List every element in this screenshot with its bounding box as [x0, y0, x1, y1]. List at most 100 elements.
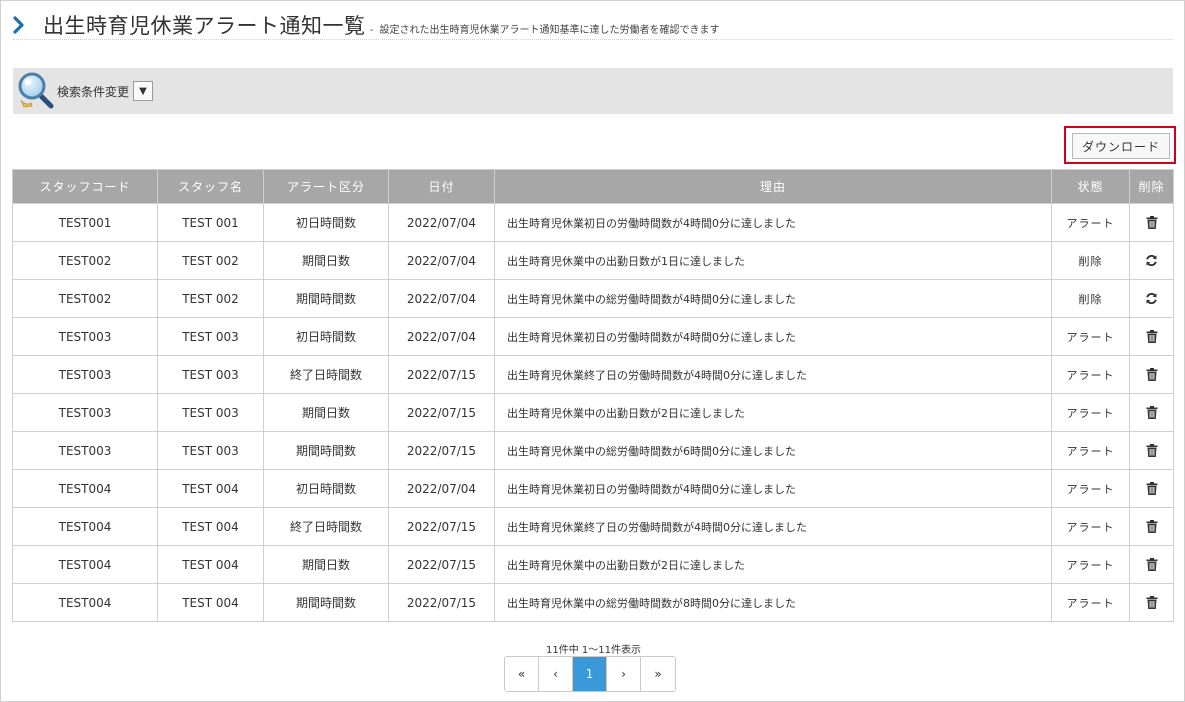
table-row: TEST001 TEST 001 初日時間数 2022/07/04 出生時育児休業初日の…	[12, 203, 1174, 242]
cell-staff-name: TEST 004	[157, 507, 264, 546]
magnifier-icon[interactable]	[15, 70, 57, 112]
alert-table: スタッフコード スタッフ名 アラート区分 日付 理由 状態 削除 TEST001…	[12, 169, 1174, 622]
column-header-staff-code[interactable]: スタッフコード	[12, 169, 158, 204]
cell-action	[1129, 355, 1174, 394]
cell-action	[1129, 317, 1174, 356]
cell-reason: 出生時育児休業終了日の労働時間数が4時間0分に達しました	[494, 507, 1052, 546]
cell-alert-type: 終了日時間数	[263, 355, 389, 394]
cell-alert-type: 初日時間数	[263, 469, 389, 508]
column-header-date[interactable]: 日付	[388, 169, 495, 204]
trash-icon[interactable]	[1130, 482, 1173, 495]
cell-reason: 出生時育児休業終了日の労働時間数が4時間0分に達しました	[494, 355, 1052, 394]
cell-staff-code: TEST003	[12, 355, 158, 394]
cell-status: アラート	[1051, 393, 1130, 432]
column-header-staff-name[interactable]: スタッフ名	[157, 169, 264, 204]
title-separator: -	[369, 22, 374, 36]
cell-staff-code: TEST004	[12, 507, 158, 546]
cell-action	[1129, 393, 1174, 432]
table-row: TEST004 TEST 004 終了日時間数 2022/07/15 出生時育児休業終了…	[12, 507, 1174, 546]
search-conditions-bar: 検索条件変更 ▼	[13, 68, 1173, 114]
cell-alert-type: 期間時間数	[263, 431, 389, 470]
cell-action	[1129, 545, 1174, 584]
search-conditions-label[interactable]: 検索条件変更	[57, 83, 129, 100]
cell-alert-type: 初日時間数	[263, 317, 389, 356]
cell-status: 削除	[1051, 241, 1130, 280]
table-row: TEST003 TEST 003 初日時間数 2022/07/04 出生時育児休業初日の…	[12, 317, 1174, 356]
first-page-button[interactable]: «	[505, 657, 539, 691]
cell-status: 削除	[1051, 279, 1130, 318]
cell-staff-name: TEST 001	[157, 203, 264, 242]
table-header-row: スタッフコード スタッフ名 アラート区分 日付 理由 状態 削除	[12, 169, 1174, 204]
trash-icon[interactable]	[1130, 406, 1173, 419]
cell-reason: 出生時育児休業中の出勤日数が2日に達しました	[494, 545, 1052, 584]
cell-date: 2022/07/15	[388, 545, 495, 584]
refresh-icon[interactable]	[1130, 292, 1173, 305]
cell-staff-code: TEST002	[12, 241, 158, 280]
cell-reason: 出生時育児休業初日の労働時間数が4時間0分に達しました	[494, 203, 1052, 242]
table-row: TEST003 TEST 003 終了日時間数 2022/07/15 出生時育児休業終了…	[12, 355, 1174, 394]
cell-reason: 出生時育児休業初日の労働時間数が4時間0分に達しました	[494, 469, 1052, 508]
cell-staff-name: TEST 004	[157, 545, 264, 584]
cell-date: 2022/07/15	[388, 393, 495, 432]
pagination: « ‹ 1 › »	[504, 656, 676, 692]
cell-status: アラート	[1051, 545, 1130, 584]
cell-staff-name: TEST 002	[157, 241, 264, 280]
cell-status: アラート	[1051, 507, 1130, 546]
cell-staff-name: TEST 003	[157, 393, 264, 432]
cell-alert-type: 期間日数	[263, 545, 389, 584]
table-row: TEST003 TEST 003 期間日数 2022/07/15 出生時育児休業中の出勤…	[12, 393, 1174, 432]
trash-icon[interactable]	[1130, 596, 1173, 609]
table-body: TEST001 TEST 001 初日時間数 2022/07/04 出生時育児休業初日の…	[12, 203, 1174, 622]
next-page-button[interactable]: ›	[607, 657, 641, 691]
column-header-status[interactable]: 状態	[1051, 169, 1130, 204]
table-row: TEST003 TEST 003 期間時間数 2022/07/15 出生時育児休業中の総…	[12, 431, 1174, 470]
cell-staff-code: TEST003	[12, 431, 158, 470]
table-row: TEST004 TEST 004 期間時間数 2022/07/15 出生時育児休業中の総…	[12, 583, 1174, 622]
cell-action	[1129, 431, 1174, 470]
search-toggle-button[interactable]: ▼	[133, 81, 154, 101]
table-row: TEST004 TEST 004 期間日数 2022/07/15 出生時育児休業中の出勤…	[12, 545, 1174, 584]
download-button[interactable]: ダウンロード	[1072, 133, 1170, 159]
cell-staff-code: TEST003	[12, 393, 158, 432]
chevron-right-icon	[13, 13, 31, 37]
cell-action	[1129, 241, 1174, 280]
refresh-icon[interactable]	[1130, 254, 1173, 267]
trash-icon[interactable]	[1130, 558, 1173, 571]
trash-icon[interactable]	[1130, 368, 1173, 381]
cell-status: アラート	[1051, 431, 1130, 470]
cell-date: 2022/07/15	[388, 507, 495, 546]
download-highlight: ダウンロード	[1064, 126, 1176, 164]
page-frame: 出生時育児休業アラート通知一覧 - 設定された出生時育児休業アラート通知基準に達…	[0, 0, 1185, 702]
column-header-alert-type[interactable]: アラート区分	[263, 169, 389, 204]
page-button-current[interactable]: 1	[573, 657, 607, 691]
table-row: TEST002 TEST 002 期間時間数 2022/07/04 出生時育児休業中の総…	[12, 279, 1174, 318]
table-row: TEST002 TEST 002 期間日数 2022/07/04 出生時育児休業中の出勤…	[12, 241, 1174, 280]
cell-date: 2022/07/15	[388, 583, 495, 622]
cell-status: アラート	[1051, 583, 1130, 622]
cell-reason: 出生時育児休業中の出勤日数が1日に達しました	[494, 241, 1052, 280]
cell-action	[1129, 507, 1174, 546]
trash-icon[interactable]	[1130, 216, 1173, 229]
column-header-delete: 削除	[1129, 169, 1174, 204]
trash-icon[interactable]	[1130, 444, 1173, 457]
cell-staff-code: TEST004	[12, 583, 158, 622]
cell-alert-type: 期間時間数	[263, 583, 389, 622]
column-header-reason[interactable]: 理由	[494, 169, 1052, 204]
cell-date: 2022/07/04	[388, 241, 495, 280]
cell-staff-name: TEST 002	[157, 279, 264, 318]
cell-reason: 出生時育児休業初日の労働時間数が4時間0分に達しました	[494, 317, 1052, 356]
last-page-button[interactable]: »	[641, 657, 675, 691]
cell-staff-code: TEST003	[12, 317, 158, 356]
cell-date: 2022/07/04	[388, 317, 495, 356]
cell-staff-code: TEST004	[12, 469, 158, 508]
trash-icon[interactable]	[1130, 520, 1173, 533]
cell-date: 2022/07/15	[388, 431, 495, 470]
cell-staff-name: TEST 003	[157, 431, 264, 470]
cell-action	[1129, 203, 1174, 242]
trash-icon[interactable]	[1130, 330, 1173, 343]
cell-staff-code: TEST001	[12, 203, 158, 242]
cell-staff-name: TEST 004	[157, 583, 264, 622]
cell-reason: 出生時育児休業中の総労働時間数が8時間0分に達しました	[494, 583, 1052, 622]
cell-alert-type: 初日時間数	[263, 203, 389, 242]
prev-page-button[interactable]: ‹	[539, 657, 573, 691]
